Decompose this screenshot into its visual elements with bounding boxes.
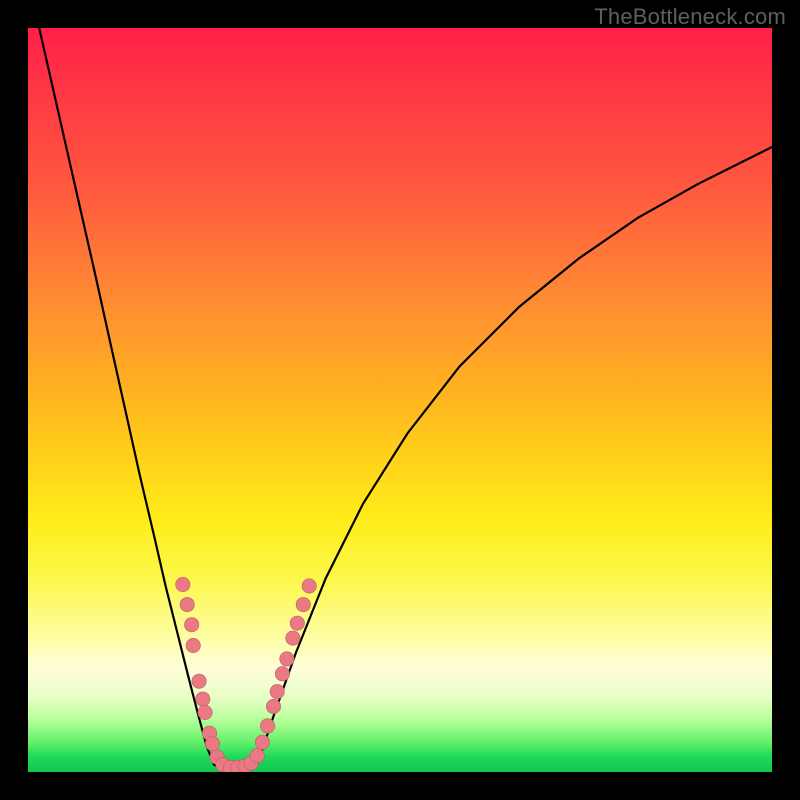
watermark-text: TheBottleneck.com	[594, 4, 786, 30]
marker-bead	[270, 684, 284, 698]
marker-bead	[260, 719, 274, 733]
curve-svg	[28, 28, 772, 772]
marker-bead	[302, 579, 316, 593]
marker-bead	[186, 638, 200, 652]
marker-bead	[255, 735, 269, 749]
bottleneck-curve	[39, 28, 772, 771]
marker-bead	[275, 667, 289, 681]
marker-bead	[185, 618, 199, 632]
marker-bead	[196, 692, 210, 706]
marker-bead	[286, 631, 300, 645]
marker-bead	[176, 577, 190, 591]
marker-bead	[266, 699, 280, 713]
marker-bead	[205, 737, 219, 751]
marker-bead	[192, 674, 206, 688]
marker-bead	[296, 597, 310, 611]
plot-area	[28, 28, 772, 772]
marker-bead	[180, 597, 194, 611]
marker-bead	[280, 652, 294, 666]
marker-bead	[198, 705, 212, 719]
marker-bead	[290, 616, 304, 630]
outer-frame: TheBottleneck.com	[0, 0, 800, 800]
marker-bead	[250, 748, 264, 762]
